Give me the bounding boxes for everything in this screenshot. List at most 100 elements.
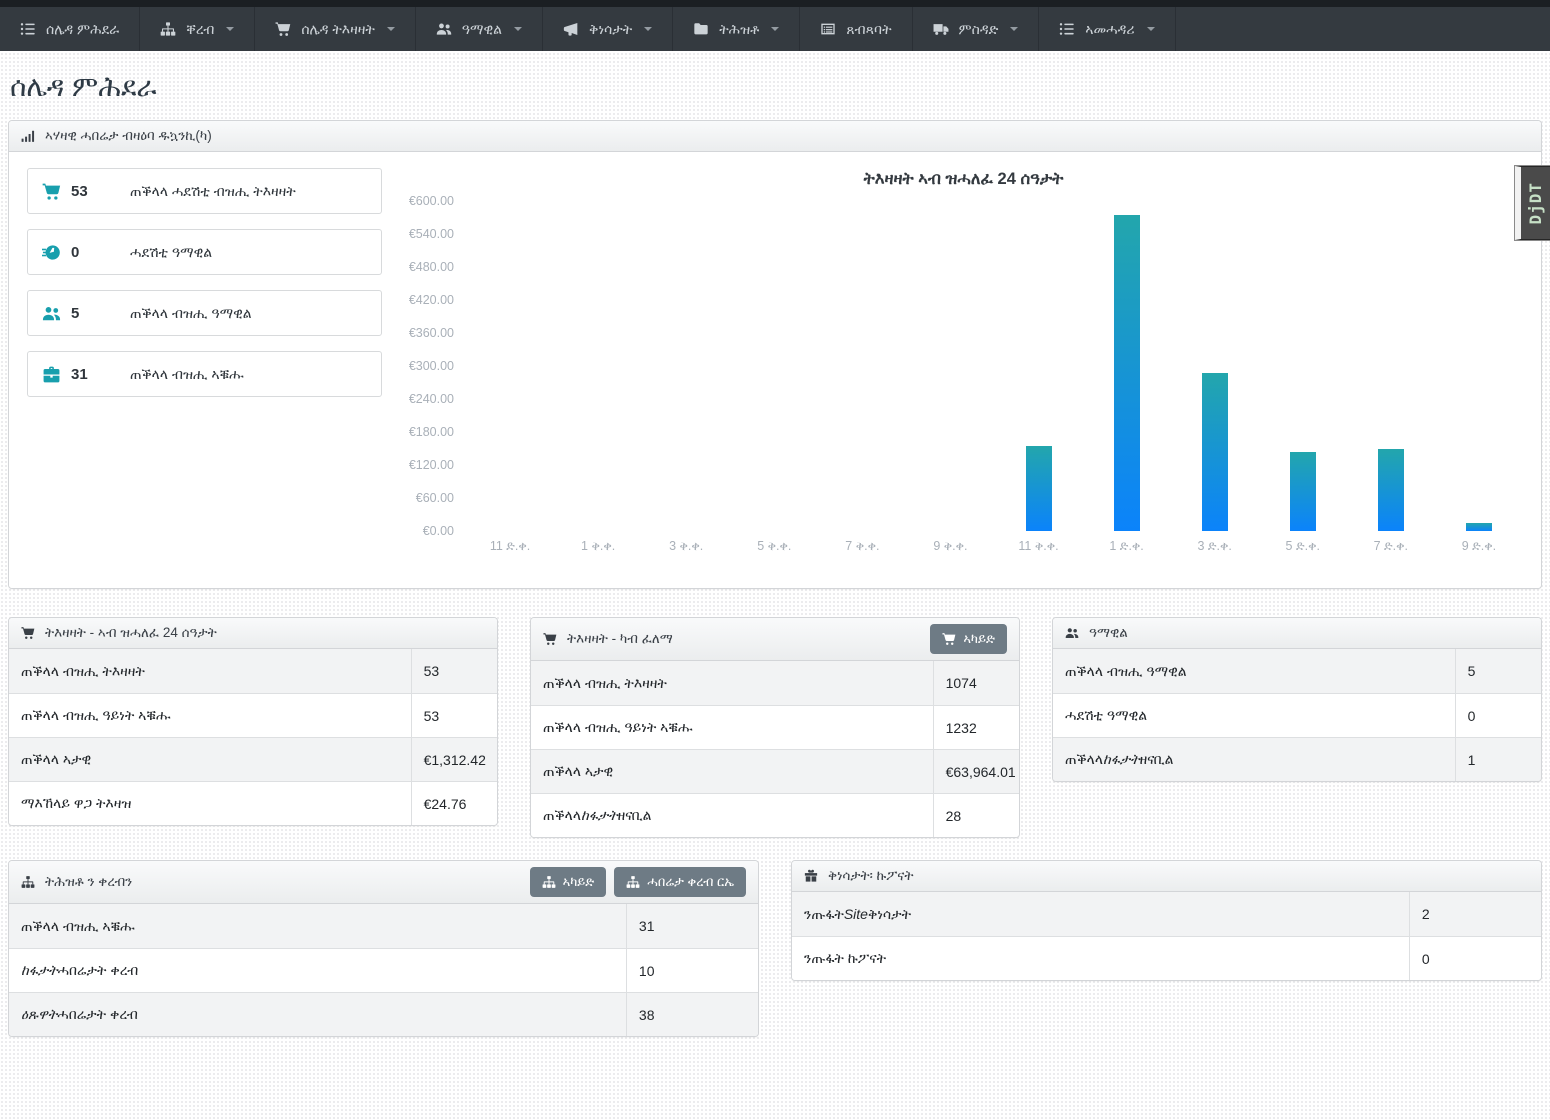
row-value: 0 <box>1456 694 1541 737</box>
row-value: 28 <box>934 794 1019 837</box>
stat-label: ሓደሽቲ ዓማዊል <box>130 244 212 261</box>
stat-label: ጠቕላላ ሓደሽቲ ብዝሒ ትእዛዛት <box>130 183 296 200</box>
stat-card-total-customers: 5 ጠቕላላ ብዝሒ ዓማዊል <box>27 290 382 336</box>
nav-item-label: ምስዳድ <box>959 21 999 38</box>
bottom-panels-row: ትሕዝቶ ን ቀረብን ኣካይድ ሓበሬታ ቀረብ ርኤ ጠቕላላ ብዝሒ ኣቑ… <box>8 860 1542 1037</box>
panel-orders-all-time: ትእዛዛት - ካብ ፈለማ ኣካይድ ጠቕላላ ብዝሒ ትእዛዛት 1074 … <box>530 617 1020 838</box>
table-row: ጠቕላላ ብዝሒ ዓማዊል 5 <box>1053 649 1541 693</box>
users-icon <box>1065 626 1079 640</box>
row-value: 0 <box>1410 937 1541 980</box>
chevron-down-icon <box>226 27 234 31</box>
signal-icon <box>21 129 35 143</box>
table-row: ጠቕላላ ከፋታት ዘናቢል 1 <box>1053 737 1541 781</box>
sitemap-icon <box>160 21 176 37</box>
row-value: €1,312.42 <box>412 738 498 781</box>
nav-item-customers[interactable]: ዓማዊል <box>416 7 543 51</box>
row-value: €63,964.01 <box>934 750 1020 793</box>
panel-title: ትእዛዛት - ኣብ ዝሓለፈ 24 ሰዓታት <box>45 625 217 641</box>
gift-icon <box>804 869 818 883</box>
panel-customers-header: ዓማዊል <box>1053 618 1541 649</box>
report-icon <box>820 21 836 37</box>
chevron-down-icon <box>771 27 779 31</box>
navbar: ሰሌዳ ምሕደራ ቐረብ ሰሌዳ ትእዛዛት ዓማዊል ቅነሳታት ትሕዝቶ <box>0 7 1550 51</box>
panel-catalogue-stock: ትሕዝቶ ን ቀረብን ኣካይድ ሓበሬታ ቀረብ ርኤ ጠቕላላ ብዝሒ ኣቑ… <box>8 860 759 1037</box>
row-value: 5 <box>1456 649 1541 693</box>
chart-title: ትእዛዛት ኣብ ዝሓለፈ 24 ሰዓታት <box>404 170 1523 189</box>
table-row: ዕጹዋት ሓበሬታት ቀረብ 38 <box>9 992 758 1036</box>
panel-catalogue-header: ትሕዝቶ ን ቀረብን ኣካይድ ሓበሬታ ቀረብ ርኤ <box>9 861 758 904</box>
table-row: ጠቕላላ ብዝሒ ዓይነት ኣቑሑ 1232 <box>531 705 1019 749</box>
nav-item-label: ሰሌዳ ትእዛዛት <box>301 21 374 38</box>
table-row: ጠቕላላ ብዝሒ ኣቑሑ 31 <box>9 904 758 948</box>
djdt-toolbar-handle[interactable]: DjDT <box>1515 166 1550 240</box>
nav-item-label: ኣመሓዳሪ <box>1085 21 1134 38</box>
djdt-label: DjDT <box>1526 182 1545 225</box>
chevron-down-icon <box>644 27 652 31</box>
table-row: ንጡፋት Site ቅነሳታት 2 <box>792 892 1541 936</box>
orders-24h-chart: ትእዛዛት ኣብ ዝሓለፈ 24 ሰዓታት €600.00€540.00€480… <box>382 168 1523 554</box>
x-tick-label: 11 ድ.ቀ. <box>466 539 554 554</box>
sitemap-icon <box>21 875 35 889</box>
nav-item-offers[interactable]: ቅነሳታት <box>543 7 673 51</box>
x-tick-label: 7 ድ.ቀ. <box>1347 539 1435 554</box>
bullhorn-icon <box>563 21 579 37</box>
chart-x-axis: 11 ድ.ቀ.1 ቅ.ቀ.3 ቅ.ቀ.5 ቅ.ቀ.7 ቅ.ቀ.9 ቅ.ቀ.11 … <box>466 539 1523 554</box>
briefcase-icon <box>42 365 61 384</box>
stat-label: ጠቕላላ ብዝሒ ዓማዊል <box>130 305 252 322</box>
table-row: ጠቕላላ ከፋታት ዘናቢል 28 <box>531 793 1019 837</box>
cart-icon <box>42 182 61 201</box>
chevron-down-icon <box>387 27 395 31</box>
row-value: 1074 <box>934 661 1019 705</box>
nav-item-reports[interactable]: ጸብጻባት <box>800 7 912 51</box>
x-tick-label: 7 ቅ.ቀ. <box>818 539 906 554</box>
cart-icon <box>543 632 557 646</box>
x-tick-label: 1 ቅ.ቀ. <box>554 539 642 554</box>
x-tick-label: 9 ድ.ቀ. <box>1435 539 1523 554</box>
cart-icon <box>942 632 956 646</box>
nav-item-orders[interactable]: ሰሌዳ ትእዛዛት <box>255 7 415 51</box>
stat-cards: 53 ጠቕላላ ሓደሽቲ ብዝሒ ትእዛዛት 0 ሓደሽቲ ዓማዊል 5 <box>27 168 382 554</box>
row-value: 53 <box>412 694 497 737</box>
truck-icon <box>933 21 949 37</box>
stat-card-new-orders: 53 ጠቕላላ ሓደሽቲ ብዝሒ ትእዛዛት <box>27 168 382 214</box>
x-tick-label: 3 ድ.ቀ. <box>1171 539 1259 554</box>
stat-value: 31 <box>71 366 88 383</box>
stat-card-total-products: 31 ጠቕላላ ብዝሒ ኣቑሑ <box>27 351 382 397</box>
chart-bar <box>1466 523 1492 531</box>
sitemap-icon <box>626 875 640 889</box>
x-tick-label: 3 ቅ.ቀ. <box>642 539 730 554</box>
nav-item-admin[interactable]: ኣመሓዳሪ <box>1039 7 1175 51</box>
nav-item-content[interactable]: ትሕዝቶ <box>673 7 800 51</box>
nav-item-catalogue[interactable]: ቐረብ <box>140 7 255 51</box>
table-row: ማእኸላይ ዋጋ ትእዛዝ €24.76 <box>9 781 497 825</box>
table-row: ጠቕላላ ኣታዊ €1,312.42 <box>9 737 497 781</box>
list-icon <box>1059 21 1075 37</box>
x-tick-label: 5 ድ.ቀ. <box>1259 539 1347 554</box>
nav-item-label: ዓማዊል <box>462 21 502 38</box>
chevron-down-icon <box>514 27 522 31</box>
row-value: 10 <box>627 949 758 992</box>
table-row: ጠቕላላ ብዝሒ ዓይነት ኣቑሑ 53 <box>9 693 497 737</box>
table-row: ጠቕላላ ኣታዊ €63,964.01 <box>531 749 1019 793</box>
sitemap-icon <box>542 875 556 889</box>
panel-orders-all-time-header: ትእዛዛት - ካብ ፈለማ ኣካይድ <box>531 618 1019 661</box>
table-row: ከፋታት ሓበሬታት ቀረብ 10 <box>9 948 758 992</box>
stat-label: ጠቕላላ ብዝሒ ኣቑሑ <box>130 366 244 383</box>
x-tick-label: 9 ቅ.ቀ. <box>906 539 994 554</box>
nav-item-label: ትሕዝቶ <box>719 21 759 38</box>
manage-catalogue-button[interactable]: ኣካይድ <box>530 867 607 897</box>
nav-brand-dashboard[interactable]: ሰሌዳ ምሕደራ <box>0 7 140 51</box>
chevron-down-icon <box>1010 27 1018 31</box>
manage-orders-button[interactable]: ኣካይድ <box>930 624 1007 654</box>
store-statistics-panel: ኣሃዛዊ ሓበሬታ ብዛዕባ ዱኳንኪ(ካ) 53 ጠቕላላ ሓደሽቲ ብዝሒ … <box>8 120 1542 589</box>
users-icon <box>436 21 452 37</box>
store-statistics-title: ኣሃዛዊ ሓበሬታ ብዛዕባ ዱኳንኪ(ካ) <box>45 128 212 144</box>
row-value: €24.76 <box>412 782 497 825</box>
row-value: 2 <box>1410 892 1541 936</box>
stock-alerts-button[interactable]: ሓበሬታ ቀረብ ርኤ <box>614 867 746 897</box>
table-row: ንጡፋት ኩፖናት 0 <box>792 936 1541 980</box>
x-tick-label: 5 ቅ.ቀ. <box>730 539 818 554</box>
nav-item-shipping[interactable]: ምስዳድ <box>913 7 1040 51</box>
chevron-down-icon <box>1147 27 1155 31</box>
nav-brand-label: ሰሌዳ ምሕደራ <box>46 21 119 38</box>
